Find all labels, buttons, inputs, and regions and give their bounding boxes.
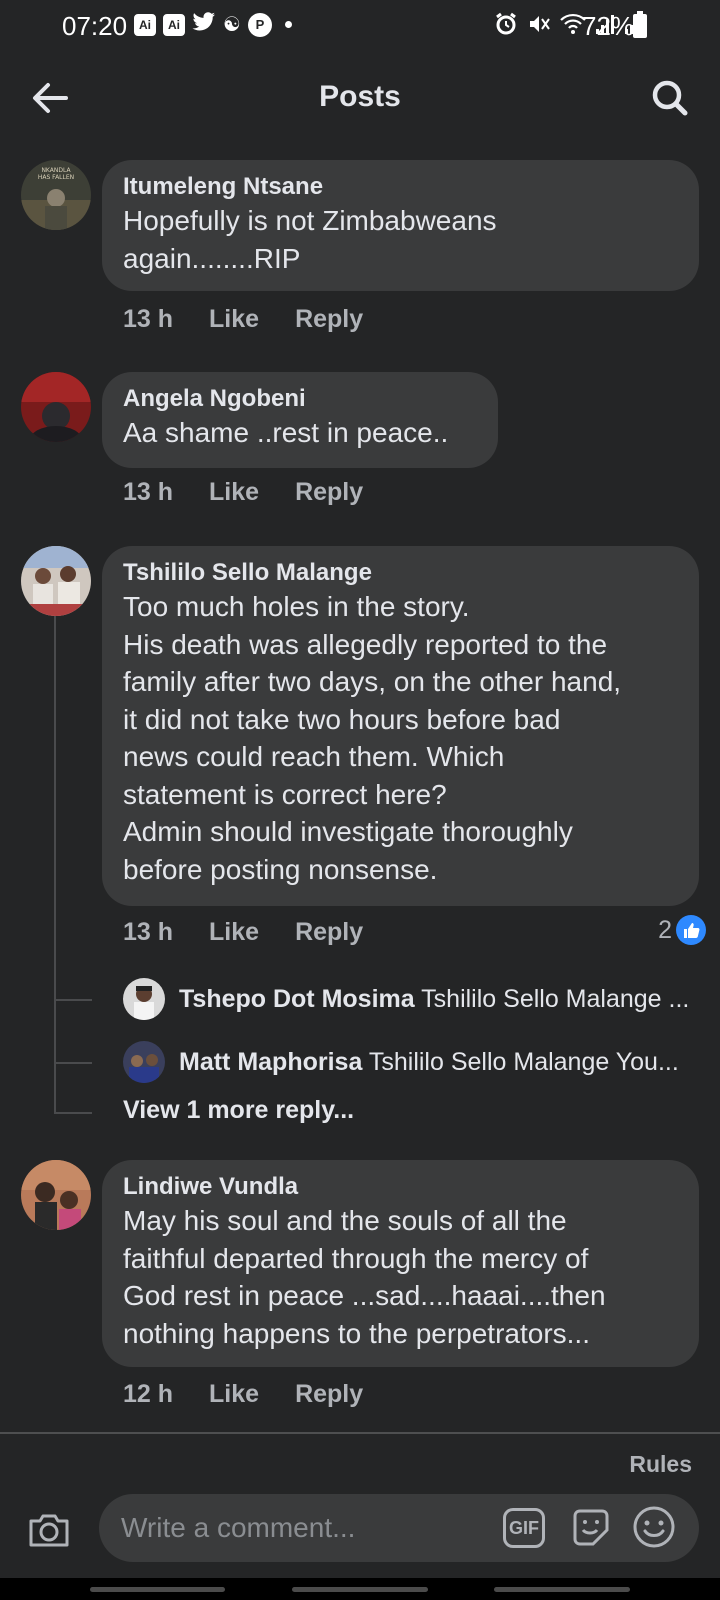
rules-link[interactable]: Rules	[629, 1451, 692, 1478]
battery-percent: 72%	[582, 11, 635, 41]
comment-author[interactable]: Angela Ngobeni	[123, 384, 478, 414]
nav-home[interactable]	[292, 1587, 428, 1592]
search-icon[interactable]	[646, 74, 694, 122]
comment-bubble[interactable]: Tshililo Sello Malange Too much holes in…	[102, 546, 699, 906]
like-reaction-icon[interactable]	[676, 915, 706, 945]
mute-icon	[527, 12, 551, 41]
top-bar: Posts	[0, 60, 720, 136]
alarm-icon	[494, 12, 518, 41]
reply-preview-text: Tshepo Dot Mosima Tshililo Sello Malange…	[179, 985, 689, 1014]
comment-actions: 13 h Like Reply	[123, 918, 363, 947]
thread-branch	[54, 1062, 92, 1064]
avatar[interactable]	[21, 1160, 91, 1230]
status-bar: 07:20 Ai Ai ☯ P 72%	[0, 0, 720, 52]
thread-line	[54, 606, 56, 1112]
nav-recents[interactable]	[90, 1587, 225, 1592]
reply-preview-text: Matt Maphorisa Tshililo Sello Malange Yo…	[179, 1048, 679, 1077]
thread-branch	[54, 1112, 92, 1114]
comment-text: Aa shame ..rest in peace..	[123, 417, 449, 448]
reply-button[interactable]: Reply	[295, 918, 363, 947]
ai-app-icon: Ai	[163, 13, 185, 36]
app-icon: ☯	[223, 13, 241, 36]
reply-button[interactable]: Reply	[295, 305, 363, 334]
comment-text: May his soul and the souls of all the fa…	[123, 1205, 606, 1349]
like-button[interactable]: Like	[209, 1380, 259, 1409]
comment-actions: 13 h Like Reply	[123, 305, 363, 334]
comment-time: 13 h	[123, 918, 174, 946]
status-time: 07:20	[62, 11, 128, 41]
like-button[interactable]: Like	[209, 478, 259, 507]
nav-back[interactable]	[494, 1587, 630, 1592]
avatar[interactable]: NKANDLA HAS FALLEN	[21, 160, 91, 230]
reply-snippet: Tshililo Sello Malange ...	[421, 984, 690, 1013]
comment-author[interactable]: Itumeleng Ntsane	[123, 172, 679, 202]
avatar[interactable]	[21, 546, 91, 616]
comment-author[interactable]: Tshililo Sello Malange	[123, 558, 679, 588]
avatar[interactable]	[21, 372, 91, 442]
reply-author: Matt Maphorisa	[179, 1047, 363, 1076]
comment-input[interactable]	[121, 1510, 481, 1546]
like-button[interactable]: Like	[209, 918, 259, 947]
like-button[interactable]: Like	[209, 305, 259, 334]
divider	[0, 1432, 720, 1434]
reply-button[interactable]: Reply	[295, 478, 363, 507]
app-icon: P	[247, 12, 272, 37]
avatar[interactable]	[123, 978, 165, 1020]
twitter-icon	[192, 12, 216, 37]
comment-author[interactable]: Lindiwe Vundla	[123, 1172, 679, 1202]
camera-icon[interactable]	[26, 1508, 72, 1554]
notification-icons: Ai Ai ☯ P	[134, 12, 292, 37]
page-title: Posts	[319, 80, 401, 113]
view-more-replies-link[interactable]: View 1 more reply...	[123, 1096, 354, 1125]
comment-time: 13 h	[123, 305, 174, 333]
svg-text:HAS FALLEN: HAS FALLEN	[38, 174, 74, 181]
reply-preview[interactable]: Tshepo Dot Mosima Tshililo Sello Malange…	[123, 978, 703, 1020]
gif-button[interactable]: GIF	[503, 1508, 545, 1548]
reaction-count[interactable]: 2	[658, 916, 672, 945]
emoji-icon[interactable]	[631, 1504, 677, 1550]
reply-author: Tshepo Dot Mosima	[179, 984, 415, 1013]
comment-actions: 13 h Like Reply	[123, 478, 363, 507]
comment-composer: GIF	[99, 1494, 699, 1562]
comment-bubble[interactable]: Angela Ngobeni Aa shame ..rest in peace.…	[102, 372, 498, 468]
more-notifications-dot	[284, 21, 292, 28]
sticker-icon[interactable]	[569, 1506, 613, 1550]
comment-time: 13 h	[123, 478, 174, 506]
comment-bubble[interactable]: Itumeleng Ntsane Hopefully is not Zimbab…	[102, 160, 699, 291]
ai-app-icon: Ai	[134, 13, 156, 36]
reply-preview[interactable]: Matt Maphorisa Tshililo Sello Malange Yo…	[123, 1041, 703, 1083]
reply-button[interactable]: Reply	[295, 1380, 363, 1409]
comment-text: Hopefully is not Zimbabweans again......…	[123, 205, 497, 274]
comment-actions: 12 h Like Reply	[123, 1380, 363, 1409]
battery-icon	[633, 11, 647, 38]
avatar[interactable]	[123, 1041, 165, 1083]
reply-snippet: Tshililo Sello Malange You...	[368, 1047, 679, 1076]
thread-branch	[54, 999, 92, 1001]
comment-bubble[interactable]: Lindiwe Vundla May his soul and the soul…	[102, 1160, 699, 1367]
comment-time: 12 h	[123, 1380, 174, 1408]
svg-text:NKANDLA: NKANDLA	[41, 167, 71, 174]
comment-text: Too much holes in the story. His death w…	[123, 591, 622, 885]
